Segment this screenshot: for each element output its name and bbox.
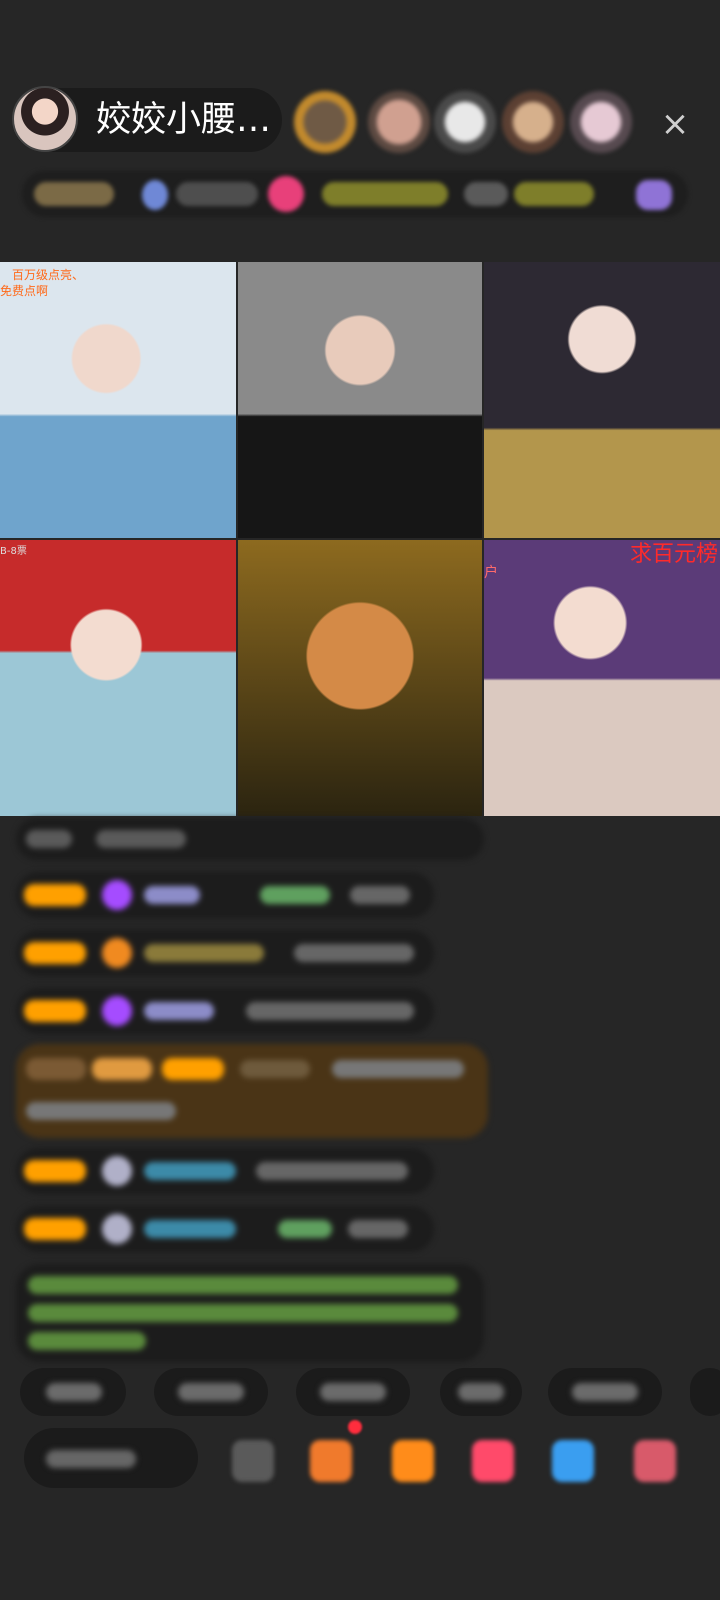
info-chip — [176, 182, 258, 206]
video-tile-1[interactable]: 百万级点亮、 免费点啊 — [0, 262, 236, 538]
video-grid: 百万级点亮、 免费点啊 B-8票 户 求百元榜 — [0, 262, 720, 816]
quick-action-4[interactable] — [440, 1368, 522, 1416]
viewer-avatar-1[interactable] — [294, 91, 356, 153]
chat-message — [16, 1206, 434, 1252]
close-icon[interactable]: × — [655, 104, 695, 144]
tile-tag: 免费点啊 — [0, 284, 49, 298]
video-tile-6[interactable]: 户 求百元榜 — [484, 540, 720, 816]
video-tile-5[interactable] — [238, 540, 482, 816]
tile-tag: B-8票 — [0, 546, 27, 557]
gift-bag-icon[interactable] — [392, 1440, 434, 1482]
chat-message-highlight — [16, 1044, 488, 1138]
viewer-avatar-5[interactable] — [570, 91, 632, 153]
tile-banner: 求百元榜 — [629, 542, 718, 567]
viewer-avatar-4[interactable] — [502, 91, 564, 153]
quick-action-3[interactable] — [296, 1368, 410, 1416]
chat-message — [16, 818, 484, 860]
quick-action-1[interactable] — [20, 1368, 126, 1416]
chat-message — [16, 1148, 434, 1194]
live-badge-icon[interactable] — [268, 176, 304, 212]
tile-tag: 户 — [484, 565, 498, 581]
gift-box-icon[interactable] — [310, 1440, 352, 1482]
chat-input[interactable] — [24, 1428, 198, 1488]
system-notice — [16, 1264, 484, 1362]
info-chip — [322, 182, 448, 206]
info-chip — [142, 180, 168, 210]
info-chip[interactable] — [636, 180, 672, 210]
tile-tag: 百万级点亮、 — [12, 268, 85, 282]
quick-action-2[interactable] — [154, 1368, 268, 1416]
video-tile-3[interactable] — [484, 262, 720, 538]
viewer-avatar-2[interactable] — [368, 91, 430, 153]
chat-message — [16, 872, 434, 918]
game-icon[interactable] — [552, 1440, 594, 1482]
heart-icon[interactable] — [472, 1440, 514, 1482]
info-chip — [34, 182, 114, 206]
info-chip — [464, 182, 508, 206]
info-chip — [514, 182, 594, 206]
quick-action-6[interactable] — [690, 1368, 720, 1416]
share-icon[interactable] — [232, 1440, 274, 1482]
quick-action-5[interactable] — [548, 1368, 662, 1416]
video-tile-2[interactable] — [238, 262, 482, 538]
streamer-name: 姣姣小腰… — [96, 100, 272, 140]
video-tile-4[interactable]: B-8票 — [0, 540, 236, 816]
chat-message — [16, 930, 434, 976]
more-icon[interactable] — [634, 1440, 676, 1482]
streamer-avatar[interactable] — [12, 86, 78, 152]
viewer-avatar-3[interactable] — [434, 91, 496, 153]
chat-message — [16, 988, 434, 1034]
notification-dot — [348, 1420, 362, 1434]
